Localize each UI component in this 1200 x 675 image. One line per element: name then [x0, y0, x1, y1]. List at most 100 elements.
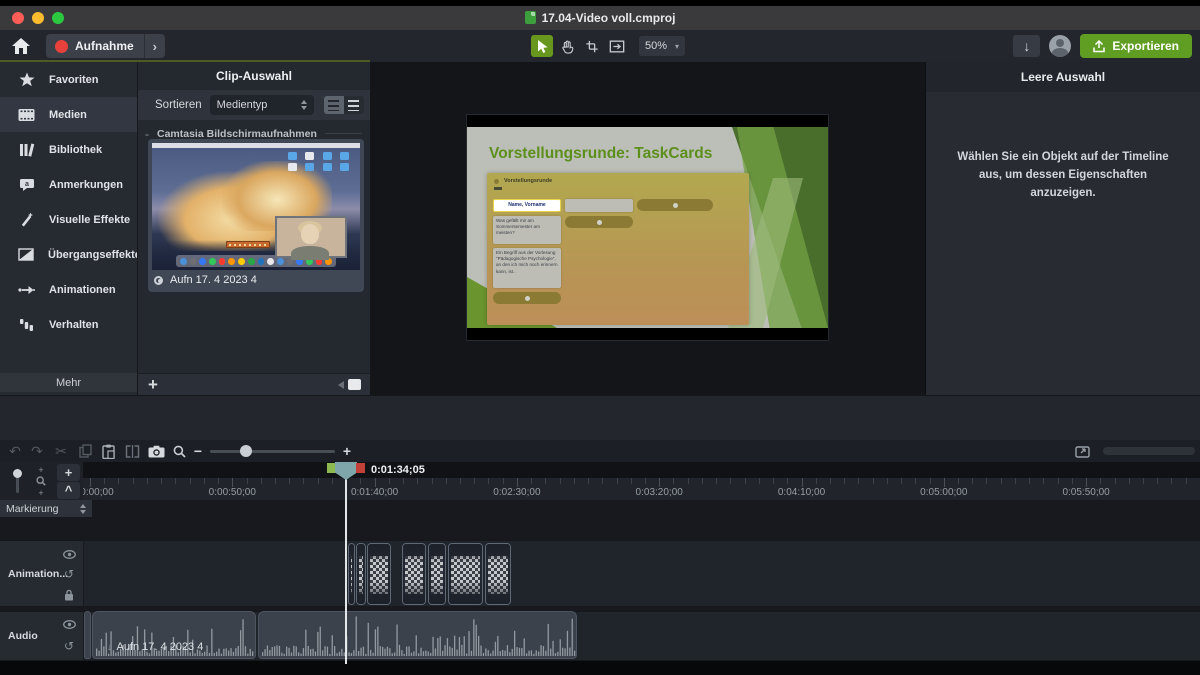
ruler-tick: [360, 478, 361, 484]
animation-clip[interactable]: [428, 543, 446, 605]
audio-clip[interactable]: ↓Aufn 17. 4 2023 4: [92, 611, 256, 659]
ruler-label: 0:00:00;00: [83, 487, 114, 498]
sort-asc-icon: [328, 100, 339, 111]
ruler-tick: [716, 478, 717, 484]
detach-timeline-button[interactable]: [1073, 442, 1091, 460]
track-animation-lane[interactable]: [84, 540, 1200, 607]
video-preview[interactable]: Vorstellungsrunde: TaskCards Vorstellung…: [467, 115, 828, 340]
sidebar-item-favoriten[interactable]: Favoriten: [0, 62, 137, 97]
sidebar-more-button[interactable]: Mehr: [0, 373, 137, 392]
cut-button[interactable]: ✂: [52, 442, 70, 460]
record-options-button[interactable]: ›: [144, 34, 165, 58]
canvas-stage[interactable]: Vorstellungsrunde: TaskCards Vorstellung…: [370, 62, 925, 395]
sort-ascending-button[interactable]: [324, 96, 344, 114]
timeline-zoom-button[interactable]: [170, 442, 188, 460]
mini-zoom-control[interactable]: + +: [36, 466, 46, 499]
pan-tool-button[interactable]: [556, 35, 578, 57]
ruler-tick: [759, 478, 760, 484]
track-audio-header[interactable]: Audio ↺: [0, 611, 83, 661]
track-animation-header[interactable]: Animation... ↺: [0, 540, 83, 607]
undo-button[interactable]: ↶: [6, 442, 24, 460]
clip-thumbnail: [152, 143, 360, 270]
sidebar-item-visuelle-effekte[interactable]: Visuelle Effekte: [0, 202, 137, 237]
timeline-zoom-thumb[interactable]: [240, 445, 252, 457]
board-dash: [494, 187, 502, 190]
ruler-tick: [289, 478, 290, 484]
animation-clip[interactable]: [348, 543, 355, 605]
redo-button[interactable]: ↷: [28, 442, 46, 460]
pointer-tool-button[interactable]: [531, 35, 553, 57]
sidebar-item-uebergangseffekte[interactable]: Übergangseffekte: [0, 237, 137, 272]
animation-clip[interactable]: [367, 543, 391, 605]
add-media-button[interactable]: +: [148, 376, 158, 393]
screenshot-button[interactable]: [145, 442, 167, 460]
sidebar-item-medien[interactable]: Medien: [0, 97, 137, 132]
ruler-tick: [787, 478, 788, 484]
loop-icon[interactable]: ↺: [62, 639, 76, 653]
group-divider: [325, 133, 362, 134]
ruler-tick: [844, 478, 845, 484]
zoom-out-button[interactable]: −: [189, 442, 207, 460]
sidebar-item-animationen[interactable]: Animationen: [0, 272, 137, 307]
track-height-slider[interactable]: [16, 469, 19, 493]
playhead-in-handle[interactable]: [327, 463, 336, 473]
board-card: Name, Vorname: [493, 199, 561, 212]
timeline-hscrollbar[interactable]: [1103, 447, 1195, 455]
split-button[interactable]: [123, 442, 141, 460]
scale-tool-button[interactable]: [606, 35, 628, 57]
zoom-in-button[interactable]: +: [338, 442, 356, 460]
ruler-tick: [1015, 478, 1016, 484]
download-button[interactable]: ↓: [1013, 35, 1040, 57]
ruler-tick: [417, 478, 418, 484]
eye-icon[interactable]: [62, 617, 76, 631]
canvas-zoom-select[interactable]: 50%▾: [639, 36, 685, 56]
sidebar-item-anmerkungen[interactable]: a Anmerkungen: [0, 167, 137, 202]
marker-dropdown[interactable]: Markierung: [0, 500, 92, 517]
timeline-zoom-slider[interactable]: [210, 450, 335, 453]
ruler-tick: [588, 478, 589, 484]
sort-dropdown[interactable]: Medientyp: [210, 95, 314, 115]
thumb-menubar: [152, 143, 360, 148]
ruler-tick: [389, 478, 390, 484]
media-filmstrip-icon: [18, 108, 35, 122]
paste-button[interactable]: [99, 442, 117, 460]
clip-panel-footer: +: [138, 373, 371, 395]
loop-icon[interactable]: ↺: [62, 567, 76, 581]
add-track-button[interactable]: +: [57, 464, 80, 481]
record-group: Aufnahme ›: [46, 34, 165, 58]
collapse-tracks-button[interactable]: ^: [57, 482, 80, 499]
share-up-icon: [1093, 39, 1105, 53]
clip-panel-title: Clip-Auswahl: [138, 62, 370, 90]
record-button[interactable]: Aufnahme: [46, 39, 144, 53]
lock-icon[interactable]: [62, 588, 76, 602]
ruler-tick: [261, 478, 262, 484]
ruler-tick: [944, 478, 945, 487]
crop-tool-button[interactable]: [581, 35, 603, 57]
playhead-line[interactable]: [345, 478, 347, 664]
animation-clip[interactable]: [448, 543, 483, 605]
sidebar-item-bibliothek[interactable]: Bibliothek: [0, 132, 137, 167]
sort-descending-button[interactable]: [344, 96, 364, 114]
ruler-tick: [474, 478, 475, 484]
audio-clip[interactable]: [84, 611, 91, 659]
animation-clip[interactable]: [356, 543, 366, 605]
home-button[interactable]: [11, 37, 31, 55]
account-avatar[interactable]: [1049, 35, 1071, 57]
animation-clip[interactable]: [485, 543, 511, 605]
sidebar-item-verhalten[interactable]: Verhalten: [0, 307, 137, 342]
media-clip-card[interactable]: Aufn 17. 4 2023 4: [148, 139, 364, 292]
playhead-out-handle[interactable]: [356, 463, 365, 473]
copy-button[interactable]: [76, 442, 94, 460]
ruler-tick: [986, 478, 987, 484]
eye-icon[interactable]: [62, 547, 76, 561]
export-button[interactable]: Exportieren: [1080, 34, 1192, 58]
ruler-tick: [488, 478, 489, 484]
empty-selection-message: Wählen Sie ein Objekt auf der Timeline a…: [946, 149, 1181, 202]
audio-clip[interactable]: [258, 611, 577, 659]
thumbnail-size-control[interactable]: [338, 379, 361, 390]
animation-clip[interactable]: [402, 543, 426, 605]
ruler-tick: [1100, 478, 1101, 484]
record-icon: [55, 40, 68, 53]
timeline-ruler[interactable]: 0:00:00;000:00:50;000:01:40;000:02:30;00…: [83, 478, 1200, 500]
toolbar-right: ↓ Exportieren: [1013, 34, 1192, 58]
